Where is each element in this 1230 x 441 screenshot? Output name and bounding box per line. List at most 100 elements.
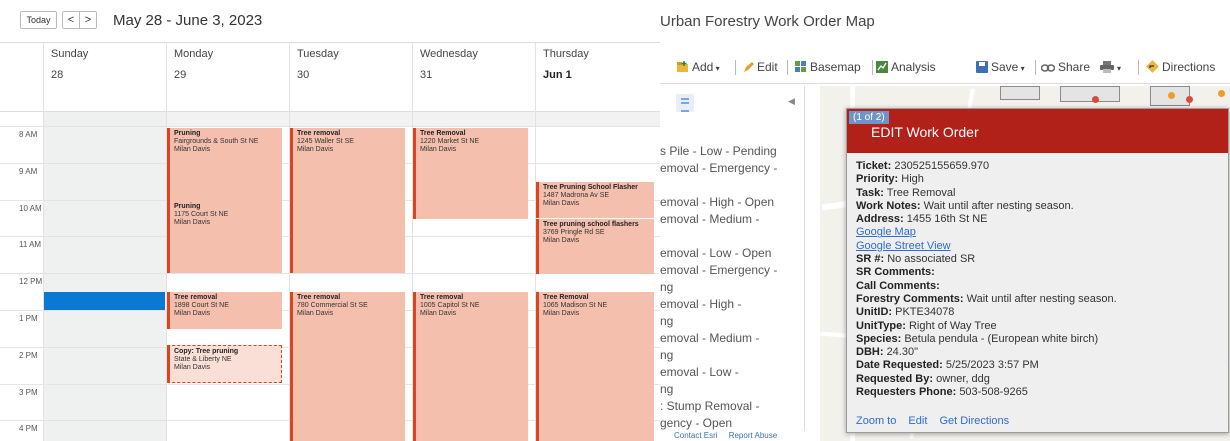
layer-item[interactable]: gency - Open (660, 415, 804, 431)
event-address: 3769 Pringle Rd SE (543, 229, 605, 236)
layer-item (660, 177, 804, 194)
day-name: Wednesday (420, 48, 478, 60)
map-attribution: Contact Esri Report Abuse (674, 431, 777, 440)
calendar-event[interactable]: Tree Removal 1220 Market St NE Milan Dav… (413, 128, 528, 219)
analysis-button[interactable]: Analysis (876, 60, 936, 76)
field-date-requested: Date Requested: 5/25/2023 3:57 PM (856, 359, 1039, 372)
collapse-panel-icon[interactable]: ◀ (788, 96, 795, 107)
event-title: Tree Pruning School Flasher (543, 184, 638, 191)
hour-line (0, 126, 660, 127)
hour-label: 1 PM (19, 314, 38, 323)
map-title: Urban Forestry Work Order Map (660, 13, 875, 30)
toolbar-divider (1138, 60, 1139, 75)
work-order-marker[interactable] (1186, 96, 1193, 103)
calendar-event-draft[interactable]: Copy: Tree pruning State & Liberty NE Mi… (167, 345, 282, 383)
day-name: Tuesday (297, 48, 339, 60)
print-button[interactable]: ▾ (1100, 60, 1121, 76)
calendar-event[interactable]: Tree Pruning School Flasher 1487 Madrona… (536, 182, 654, 218)
calendar-event[interactable]: Tree removal 1245 Waller St SE Milan Dav… (290, 128, 405, 273)
layer-item[interactable]: : Stump Removal - (660, 398, 804, 415)
toolbar-divider (735, 60, 736, 75)
google-street-view-link[interactable]: Google Street View (856, 240, 1226, 253)
selected-time-slot[interactable] (44, 292, 165, 310)
work-order-marker[interactable] (1168, 92, 1175, 99)
basemap-label: Basemap (810, 60, 861, 74)
event-title: Pruning (174, 130, 201, 137)
day-header-monday[interactable]: Monday 29 (166, 43, 289, 112)
day-header-sunday[interactable]: Sunday 28 (43, 43, 166, 112)
layer-item[interactable]: emoval - Medium - (660, 211, 804, 228)
edit-button[interactable]: Edit (743, 60, 778, 76)
calendar-event[interactable]: Tree removal 1005 Capitol St NE Milan Da… (413, 292, 528, 441)
calendar-event[interactable]: Pruning Fairgrounds & South St NE Milan … (167, 128, 282, 201)
day-column-sunday[interactable] (43, 112, 166, 441)
layer-item[interactable]: emoval - High - Open (660, 194, 804, 211)
work-order-marker[interactable] (1218, 90, 1225, 97)
event-address: 1220 Market St NE (420, 138, 480, 145)
field-dbh: DBH: 24.30" (856, 346, 918, 359)
toolbar-divider (787, 60, 788, 75)
floppy-disk-icon (976, 61, 988, 76)
event-assignee: Milan Davis (297, 146, 334, 153)
google-map-link[interactable]: Google Map (856, 226, 1226, 239)
previous-week-button[interactable]: < (62, 11, 80, 29)
field-call-comments: Call Comments: (856, 279, 940, 292)
get-directions-link[interactable]: Get Directions (939, 415, 1009, 427)
work-order-marker[interactable] (1092, 96, 1099, 103)
zoom-to-link[interactable]: Zoom to (856, 415, 896, 427)
analysis-label: Analysis (891, 60, 936, 74)
calendar-event[interactable]: Tree Removal 1065 Madison St NE Milan Da… (536, 292, 654, 441)
add-button[interactable]: Add ▾ (676, 60, 720, 76)
layer-item[interactable]: emoval - Low - (660, 364, 804, 381)
report-abuse-link[interactable]: Report Abuse (729, 431, 777, 440)
layer-list: s Pile - Low - Pending emoval - Emergenc… (660, 143, 804, 431)
layer-item[interactable]: ng (660, 313, 804, 330)
layer-item[interactable]: emoval - Medium - (660, 330, 804, 347)
day-header-wednesday[interactable]: Wednesday 31 (412, 43, 535, 112)
layer-item[interactable]: emoval - Emergency - (660, 262, 804, 279)
save-button[interactable]: Save ▾ (976, 60, 1025, 76)
edit-label: Edit (757, 60, 778, 74)
event-title: Copy: Tree pruning (174, 348, 239, 355)
field-unit-id: UnitID: PKTE34078 (856, 306, 955, 319)
layer-item[interactable]: ng (660, 347, 804, 364)
directions-button[interactable]: Directions (1146, 60, 1215, 76)
event-assignee: Milan Davis (174, 146, 211, 153)
legend-icon[interactable] (676, 94, 694, 112)
event-assignee: Milan Davis (543, 200, 580, 207)
day-header-tuesday[interactable]: Tuesday 30 (289, 43, 412, 112)
layer-item[interactable]: ng (660, 381, 804, 398)
field-unit-type: UnitType: Right of Way Tree (856, 319, 997, 332)
layer-item[interactable]: s Pile - Low - Pending (660, 143, 804, 160)
basemap-button[interactable]: Basemap (795, 60, 861, 76)
edit-link[interactable]: Edit (908, 415, 927, 427)
layer-item (660, 228, 804, 245)
calendar-event[interactable]: Pruning 1175 Court St NE Milan Davis (167, 201, 282, 273)
hour-label: 4 PM (19, 424, 38, 433)
toolbar-divider (1035, 60, 1036, 75)
calendar-event[interactable]: Tree removal 780 Commercial St SE Milan … (290, 292, 405, 441)
day-number: 31 (420, 69, 433, 81)
work-order-popup: (1 of 2) EDIT Work Order Ticket: 2305251… (846, 108, 1229, 433)
day-number: Jun 1 (543, 69, 572, 81)
event-title: Tree removal (297, 130, 341, 137)
day-number: 29 (174, 69, 187, 81)
layer-panel: ◀ s Pile - Low - Pending emoval - Emerge… (660, 86, 805, 431)
calendar-event[interactable]: Tree removal 1898 Court St NE Milan Davi… (167, 292, 282, 329)
map-toolbar: Add ▾ Edit Basemap Analysis Save ▾ Share (660, 52, 1230, 84)
layer-item[interactable]: ng (660, 279, 804, 296)
layer-item[interactable]: emoval - High - (660, 296, 804, 313)
share-button[interactable]: Share (1040, 60, 1090, 76)
calendar-event[interactable]: Tree pruning school flashers 3769 Pringl… (536, 219, 654, 274)
analysis-icon (876, 61, 888, 76)
event-assignee: Milan Davis (420, 146, 457, 153)
layer-item[interactable]: emoval - Emergency - (660, 160, 804, 177)
event-address: 1065 Madison St NE (543, 302, 608, 309)
next-week-button[interactable]: > (79, 11, 97, 29)
today-button[interactable]: Today (20, 11, 57, 29)
contact-esri-link[interactable]: Contact Esri (674, 431, 718, 440)
field-task: Task: Tree Removal (856, 186, 956, 199)
event-assignee: Milan Davis (543, 310, 580, 317)
layer-item[interactable]: emoval - Low - Open (660, 245, 804, 262)
day-header-thursday[interactable]: Thursday Jun 1 (535, 43, 660, 112)
